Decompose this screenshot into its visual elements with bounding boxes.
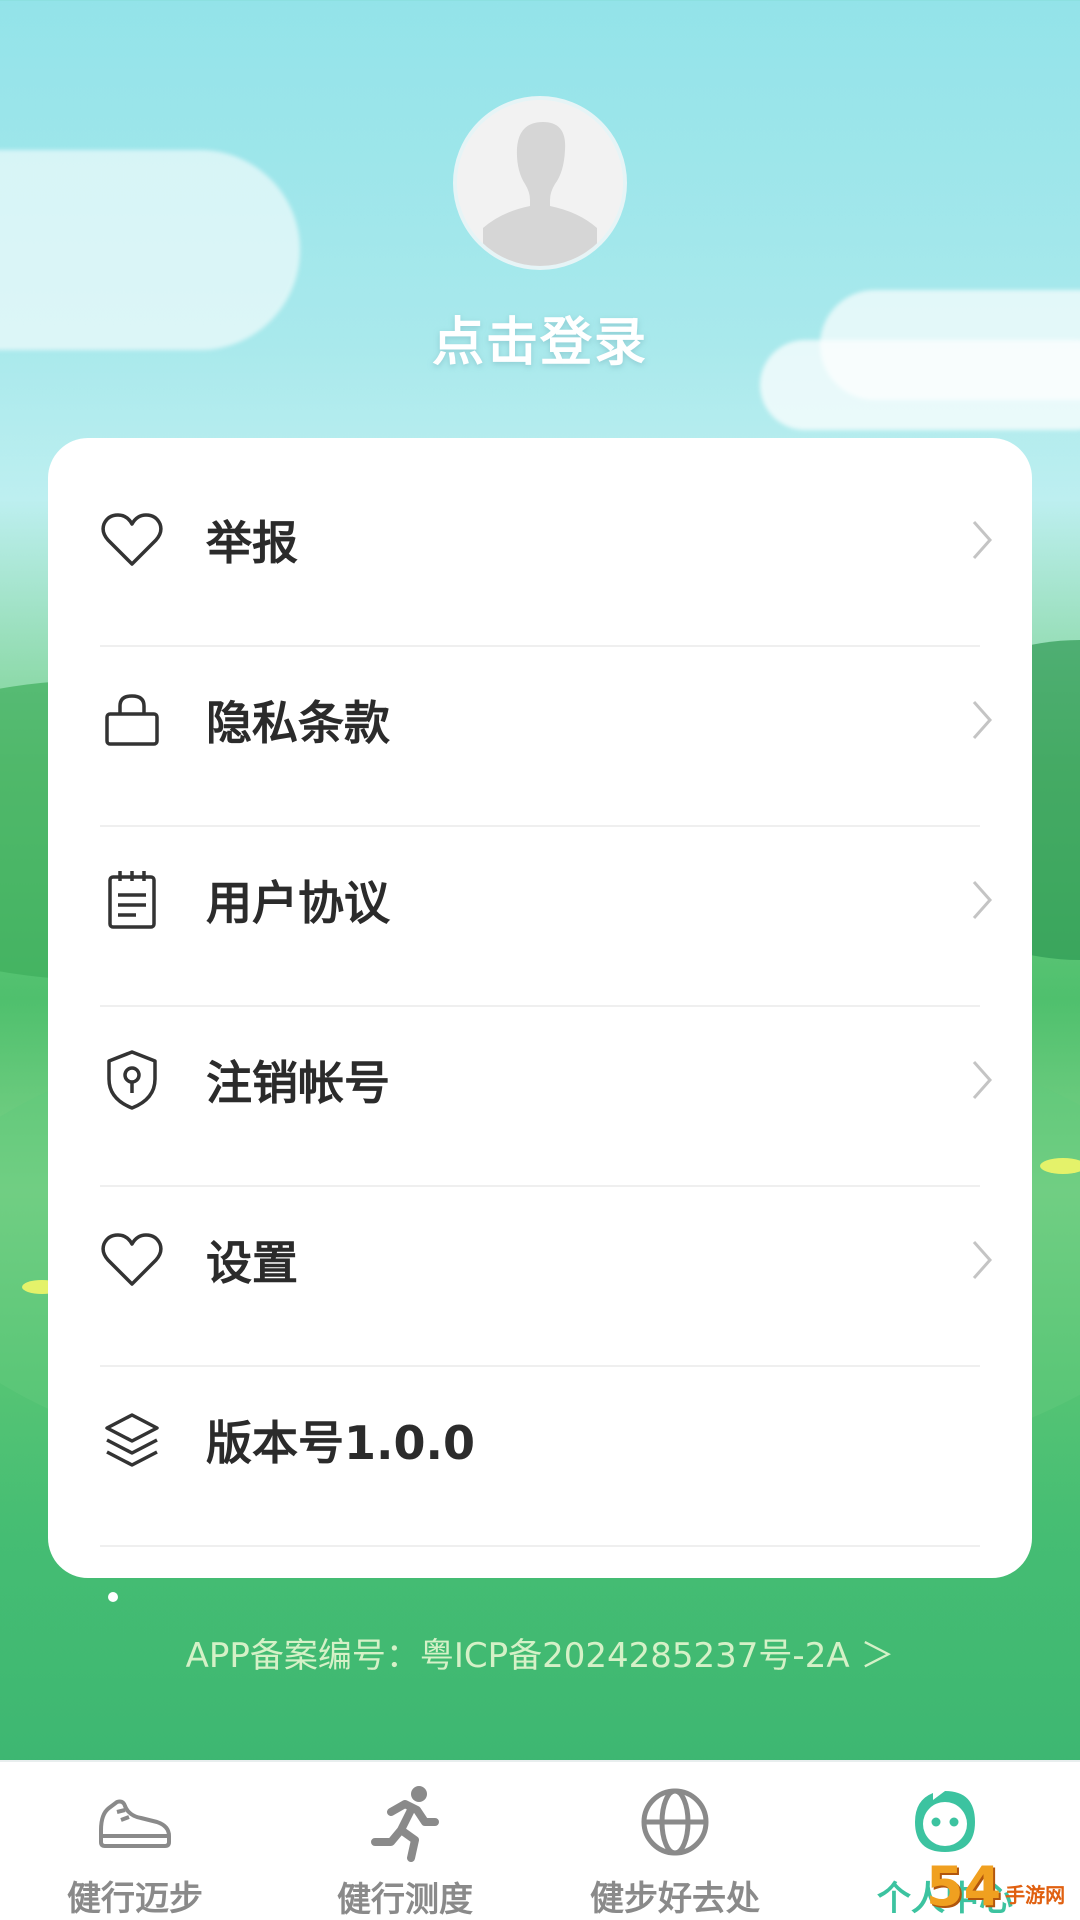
menu-item-version: 版本号1.0.0 [100, 1350, 1030, 1530]
menu-item-label: 注销帐号 [206, 1056, 390, 1110]
icp-registration-link[interactable]: APP备案编号：粤ICP备2024285237号-2A ＞ [0, 1628, 1080, 1677]
document-icon [100, 868, 164, 932]
divider [100, 1545, 980, 1547]
menu-item-label: 用户协议 [206, 876, 390, 930]
site-watermark: 54 手游网 [926, 1850, 1076, 1914]
running-person-icon [363, 1782, 447, 1862]
menu-item-settings[interactable]: 设置 [100, 1170, 1030, 1350]
tab-places[interactable]: 健步好去处 [540, 1762, 810, 1920]
menu-item-privacy[interactable]: 隐私条款 [100, 630, 1030, 810]
tab-label: 健行测度 [337, 1880, 473, 1920]
tab-label: 健步好去处 [590, 1879, 760, 1919]
tab-walk[interactable]: 健行迈步 [0, 1762, 270, 1920]
globe-icon [633, 1782, 717, 1861]
chevron-right-icon [972, 1241, 993, 1279]
heart-icon [100, 508, 164, 572]
menu-item-label: 隐私条款 [206, 696, 390, 750]
shield-key-icon [100, 1048, 164, 1112]
layers-icon [100, 1408, 164, 1472]
chevron-right-icon [972, 881, 993, 919]
user-silhouette-icon [457, 100, 623, 266]
tab-measure[interactable]: 健行测度 [270, 1762, 540, 1920]
menu-item-label: 举报 [206, 516, 298, 570]
menu-item-delete-account[interactable]: 注销帐号 [100, 990, 1030, 1170]
menu-item-label: 设置 [206, 1236, 298, 1290]
bottom-tab-bar: 健行迈步 健行测度 健步好去处 个人中心 [0, 1760, 1080, 1920]
menu-item-report[interactable]: 举报 [100, 450, 1030, 630]
tab-label: 健行迈步 [67, 1879, 203, 1919]
watermark-text: 手游网 [1005, 1883, 1066, 1907]
login-prompt[interactable]: 点击登录 [0, 300, 1080, 375]
sneaker-icon [93, 1782, 177, 1861]
chevron-right-icon [972, 521, 993, 559]
heart-icon [100, 1228, 164, 1292]
avatar[interactable] [453, 96, 627, 270]
lock-icon [100, 688, 164, 752]
version-label: 版本号1.0.0 [206, 1416, 475, 1470]
chevron-right-icon [972, 1061, 993, 1099]
menu-item-user-agreement[interactable]: 用户协议 [100, 810, 1030, 990]
chevron-right-icon [972, 701, 993, 739]
watermark-number: 54 [926, 1855, 1002, 1918]
menu-card: 举报 隐私条款 用户协议 注销帐号 设置 版本号1.0.0 [48, 438, 1032, 1578]
